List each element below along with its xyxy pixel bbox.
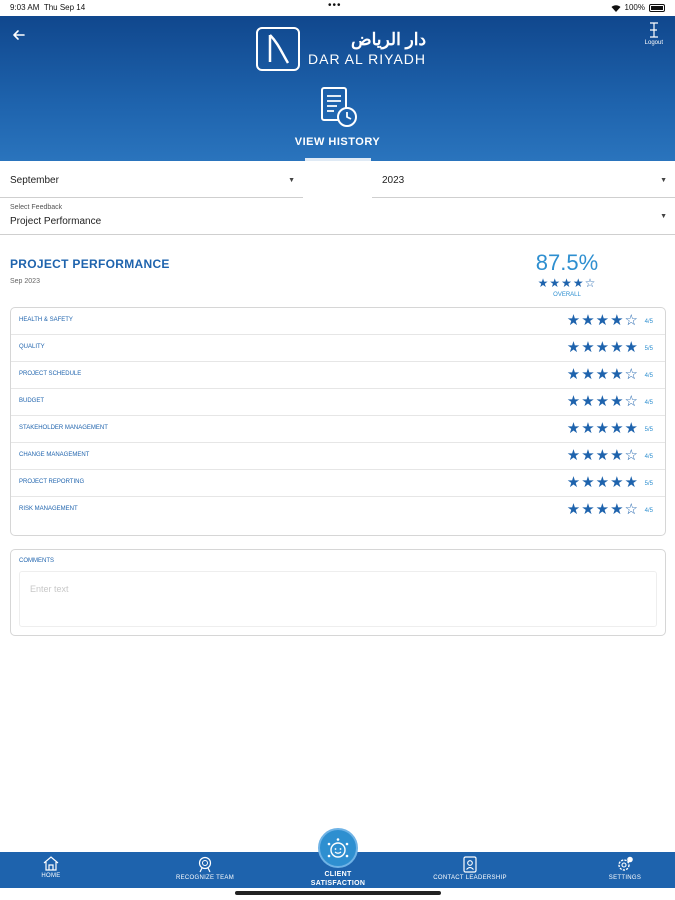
- comments-input[interactable]: [19, 571, 657, 627]
- rating-category-label: PROJECT REPORTING: [19, 479, 85, 485]
- star-rating-icon[interactable]: ★★★★☆: [567, 394, 639, 410]
- star-rating-icon[interactable]: ★★★★★: [567, 421, 639, 437]
- logo-mark-icon: [256, 27, 300, 71]
- wifi-icon: [611, 4, 621, 12]
- rating-row: PROJECT SCHEDULE ★★★★☆ 4/5: [11, 362, 665, 389]
- rating-row: STAKEHOLDER MANAGEMENT ★★★★★ 5/5: [11, 416, 665, 443]
- bottom-navigation: HOME RECOGNIZE TEAM CLIENT SATISFACTION …: [0, 828, 675, 888]
- star-rating-icon[interactable]: ★★★★☆: [567, 448, 639, 464]
- rating-category-label: QUALITY: [19, 344, 45, 350]
- rating-category-label: STAKEHOLDER MANAGEMENT: [19, 425, 108, 431]
- nav-client-satisfaction-label: CLIENT SATISFACTION: [310, 871, 366, 887]
- client-satisfaction-icon: [327, 838, 349, 858]
- nav-recognize-team[interactable]: RECOGNIZE TEAM: [165, 852, 245, 888]
- rating-score: 5/5: [644, 481, 653, 487]
- nav-recognize-team-label: RECOGNIZE TEAM: [175, 875, 235, 881]
- logout-label: Logout: [644, 40, 663, 46]
- feedback-date: Sep 2023: [10, 278, 40, 285]
- chevron-down-icon: ▼: [660, 213, 667, 220]
- rating-category-label: HEALTH & SAFETY: [19, 317, 73, 323]
- brand-logo: دار الرياض DAR AL RIYADH: [256, 27, 426, 71]
- back-arrow-icon[interactable]: [10, 26, 28, 44]
- active-tab-indicator: [305, 158, 371, 161]
- overall-percent: 87.5%: [535, 250, 599, 275]
- star-rating-icon[interactable]: ★★★★☆: [567, 502, 639, 518]
- gear-icon: [618, 856, 633, 871]
- star-rating-icon[interactable]: ★★★★★: [567, 475, 639, 491]
- logout-button[interactable]: Logout: [645, 22, 663, 46]
- overall-score: 87.5% ★★★★☆ OVERALL: [520, 250, 614, 298]
- rating-row: QUALITY ★★★★★ 5/5: [11, 335, 665, 362]
- rating-row: CHANGE MANAGEMENT ★★★★☆ 4/5: [11, 443, 665, 470]
- contact-card-icon: [463, 856, 477, 873]
- month-value: September: [10, 175, 59, 186]
- logout-icon: [649, 22, 658, 38]
- battery-percent: 100%: [624, 3, 645, 12]
- brand-name-english: DAR AL RIYADH: [308, 51, 427, 67]
- comments-label: COMMENTS: [19, 558, 54, 564]
- app-header: دار الرياض DAR AL RIYADH Logout VIEW HIS…: [0, 16, 675, 161]
- star-rating-icon[interactable]: ★★★★☆: [567, 367, 639, 383]
- rating-row: BUDGET ★★★★☆ 4/5: [11, 389, 665, 416]
- rating-row: RISK MANAGEMENT ★★★★☆ 4/5: [11, 497, 665, 524]
- logo-swoosh-icon: [268, 34, 290, 64]
- rating-category-label: CHANGE MANAGEMENT: [19, 452, 90, 458]
- feedback-select-label: Select Feedback: [10, 204, 63, 211]
- feedback-select[interactable]: Select Feedback Project Performance ▼: [0, 199, 675, 235]
- feedback-value: Project Performance: [10, 216, 102, 227]
- status-indicators: 100%: [611, 3, 665, 12]
- nav-contact-leadership-label: CONTACT LEADERSHIP: [433, 875, 507, 881]
- rating-score: 4/5: [644, 400, 653, 406]
- home-indicator: [235, 891, 441, 895]
- rating-row: HEALTH & SAFETY ★★★★☆ 4/5: [11, 308, 665, 335]
- status-time: 9:03 AM Thu Sep 14: [10, 3, 86, 12]
- view-history-label: VIEW HISTORY: [294, 136, 381, 148]
- award-badge-icon: [198, 856, 212, 873]
- month-select[interactable]: September ▼: [0, 163, 303, 198]
- app-root: 9:03 AM Thu Sep 14 ••• 100% دار الرياض D…: [0, 0, 675, 900]
- view-history-button[interactable]: VIEW HISTORY: [0, 86, 675, 148]
- nav-settings[interactable]: SETTINGS: [598, 852, 652, 888]
- ratings-card: HEALTH & SAFETY ★★★★☆ 4/5 QUALITY ★★★★★ 5/5 PR…: [10, 307, 666, 536]
- nav-settings-label: SETTINGS: [608, 875, 642, 881]
- star-rating-icon[interactable]: ★★★★☆: [567, 313, 639, 329]
- rating-score: 5/5: [644, 427, 653, 433]
- status-bar: 9:03 AM Thu Sep 14 ••• 100%: [0, 0, 675, 16]
- rating-score: 5/5: [644, 346, 653, 352]
- star-rating-icon[interactable]: ★★★★★: [567, 340, 639, 356]
- rating-row: PROJECT REPORTING ★★★★★ 5/5: [11, 470, 665, 497]
- rating-category-label: PROJECT SCHEDULE: [19, 371, 82, 377]
- client-satisfaction-badge: [318, 828, 358, 868]
- year-select[interactable]: 2023 ▼: [372, 163, 675, 198]
- brand-name-arabic: دار الرياض: [351, 30, 427, 49]
- overall-label: OVERALL: [553, 292, 581, 298]
- page-title: PROJECT PERFORMANCE: [10, 257, 170, 271]
- nav-home[interactable]: HOME: [22, 852, 80, 888]
- chevron-down-icon: ▼: [660, 177, 667, 184]
- rating-category-label: BUDGET: [19, 398, 45, 404]
- year-value: 2023: [382, 175, 405, 186]
- overall-stars: ★★★★☆: [537, 276, 597, 290]
- rating-score: 4/5: [644, 373, 653, 379]
- nav-contact-leadership[interactable]: CONTACT LEADERSHIP: [420, 852, 520, 888]
- rating-score: 4/5: [644, 319, 653, 325]
- nav-client-satisfaction[interactable]: CLIENT SATISFACTION: [302, 828, 374, 888]
- rating-score: 4/5: [644, 454, 653, 460]
- rating-score: 4/5: [644, 508, 653, 514]
- home-icon: [43, 856, 59, 871]
- multitask-dots-icon: •••: [328, 0, 342, 11]
- nav-home-label: HOME: [41, 873, 61, 879]
- chevron-down-icon: ▼: [288, 177, 295, 184]
- battery-icon: [649, 3, 665, 12]
- rating-category-label: RISK MANAGEMENT: [19, 506, 78, 512]
- comments-card: COMMENTS: [10, 549, 666, 636]
- history-document-icon: [320, 87, 357, 127]
